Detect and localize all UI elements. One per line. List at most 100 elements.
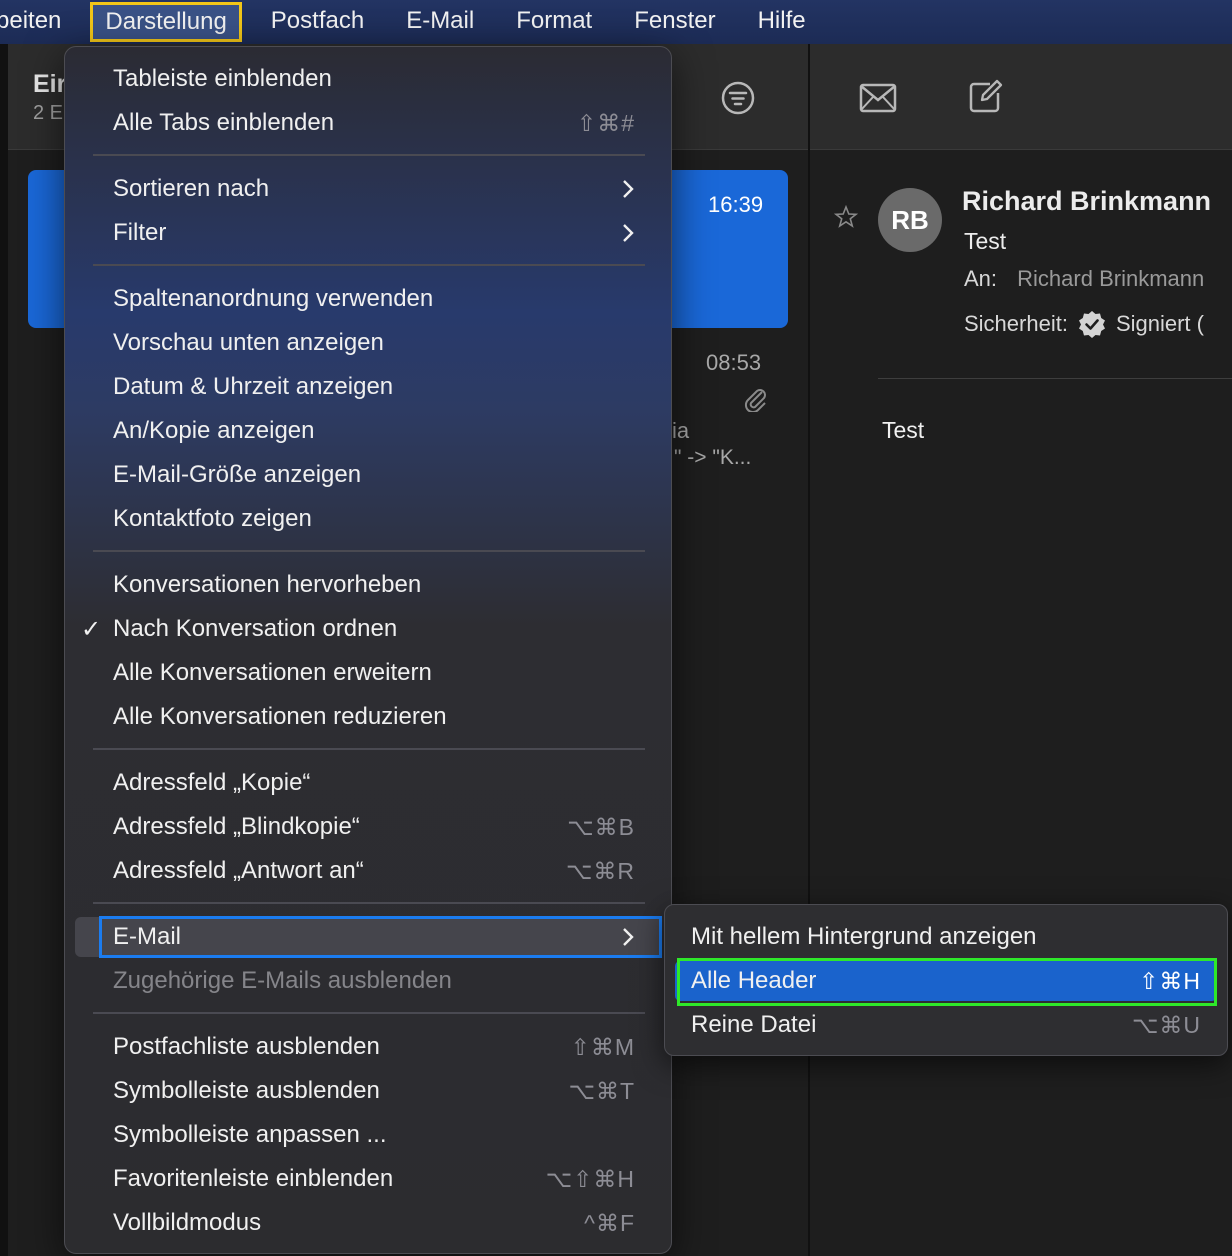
menu-fenster[interactable]: Fenster [613, 0, 736, 44]
highlight-box [99, 916, 662, 958]
menu-item-label: Adressfeld „Kopie“ [113, 769, 311, 796]
menu-item-label: Zugehörige E-Mails ausblenden [113, 967, 452, 994]
pane-divider[interactable] [808, 44, 810, 1256]
security-status[interactable]: Signiert ( [1116, 311, 1204, 337]
menu-item-label: Adressfeld „Blindkopie“ [113, 813, 360, 840]
message-time: 16:39 [708, 192, 764, 217]
recipient-name[interactable]: Richard Brinkmann [1017, 266, 1204, 291]
security-label: Sicherheit: [964, 311, 1068, 336]
menu-item-shortcut: ⌥⌘T [568, 1077, 635, 1104]
menu-separator [93, 902, 645, 904]
window-edge [0, 44, 8, 1256]
chevron-right-icon [623, 180, 634, 198]
menu-item-label: E-Mail-Größe anzeigen [113, 461, 362, 488]
envelope-icon[interactable] [858, 78, 898, 118]
menu-format[interactable]: Format [495, 0, 613, 44]
to-label: An: [964, 266, 998, 291]
menu-item-postfachliste[interactable]: Postfachliste ausblenden ⇧⌘M [75, 1027, 661, 1067]
menu-item-shortcut: ⌥⌘B [567, 813, 635, 840]
menu-item-filter[interactable]: Filter [75, 213, 661, 253]
menu-item-favoritenleiste[interactable]: Favoritenleiste einblenden ⌥⇧⌘H [75, 1159, 661, 1199]
menu-item-spaltenanordnung[interactable]: Spaltenanordnung verwenden [75, 279, 661, 319]
star-icon[interactable] [834, 205, 858, 229]
menu-email[interactable]: E-Mail [385, 0, 495, 44]
submenu-item-heller-hintergrund[interactable]: Mit hellem Hintergrund anzeigen [675, 917, 1217, 957]
checkmark-icon: ✓ [81, 615, 102, 643]
menu-item-email-submenu[interactable]: E-Mail [75, 916, 662, 958]
menu-item-adressfeld-antwort[interactable]: Adressfeld „Antwort an“ ⌥⌘R [75, 851, 661, 891]
menu-item-konversationen-reduzieren[interactable]: Alle Konversationen reduzieren [75, 697, 661, 737]
menu-item-label: Kontaktfoto zeigen [113, 505, 312, 532]
compose-icon[interactable] [966, 76, 1006, 116]
message-preview-fragment: " -> "K... [674, 446, 752, 469]
recipient-row: An: Richard Brinkmann [964, 266, 1204, 292]
menu-item-symbolleiste-ausblenden[interactable]: Symbolleiste ausblenden ⌥⌘T [75, 1071, 661, 1111]
menu-item-an-kopie[interactable]: An/Kopie anzeigen [75, 411, 661, 451]
paperclip-icon [744, 389, 766, 412]
menu-item-label: Sortieren nach [113, 175, 270, 202]
mailbox-title: Eir [33, 70, 67, 98]
menu-item-shortcut: ^⌘F [584, 1209, 635, 1236]
menu-hilfe[interactable]: Hilfe [737, 0, 827, 44]
menu-item-label: Datum & Uhrzeit anzeigen [113, 373, 394, 400]
menu-item-alle-tabs[interactable]: Alle Tabs einblenden ⇧⌘# [75, 103, 661, 143]
message-subject: Test [964, 228, 1007, 254]
view-menu: Tableiste einblenden Alle Tabs einblende… [64, 46, 672, 1254]
message-preview-fragment: ia [672, 418, 690, 443]
menu-postfach[interactable]: Postfach [250, 0, 385, 44]
chevron-right-icon [623, 928, 634, 946]
menu-separator [93, 748, 645, 750]
submenu-item-alle-header[interactable]: Alle Header ⇧⌘H [675, 958, 1217, 1006]
menu-item-symbolleiste-anpassen[interactable]: Symbolleiste anpassen ... [75, 1115, 661, 1155]
menu-item-datum-uhrzeit[interactable]: Datum & Uhrzeit anzeigen [75, 367, 661, 407]
submenu-item-reine-datei[interactable]: Reine Datei ⌥⌘U [675, 1005, 1217, 1045]
security-row: Sicherheit: Signiert ( [964, 310, 1204, 338]
menu-item-label: Postfachliste ausblenden [113, 1033, 380, 1060]
menu-item-label: Favoritenleiste einblenden [113, 1165, 394, 1192]
mailbox-count: 2 E [33, 102, 64, 124]
verified-badge-icon [1078, 311, 1105, 338]
menu-item-label: Symbolleiste anpassen ... [113, 1121, 387, 1148]
menu-item-label: Spaltenanordnung verwenden [113, 285, 434, 312]
menu-separator [93, 550, 645, 552]
message-time: 08:53 [706, 350, 762, 375]
chevron-right-icon [623, 224, 634, 242]
menu-item-konversationen-erweitern[interactable]: Alle Konversationen erweitern [75, 653, 661, 693]
menu-item-adressfeld-blindkopie[interactable]: Adressfeld „Blindkopie“ ⌥⌘B [75, 807, 661, 847]
menu-item-label: An/Kopie anzeigen [113, 417, 315, 444]
menu-item-konversationen-hervorheben[interactable]: Konversationen hervorheben [75, 565, 661, 605]
menu-item-vollbildmodus[interactable]: Vollbildmodus ^⌘F [75, 1203, 661, 1243]
menu-item-label: Alle Konversationen reduzieren [113, 703, 447, 730]
menu-item-shortcut: ⌥⌘R [565, 857, 635, 884]
menu-item-label: Vollbildmodus [113, 1209, 262, 1236]
menu-item-shortcut: ⌥⇧⌘H [545, 1165, 635, 1192]
menu-darstellung[interactable]: Darstellung [90, 2, 242, 42]
menu-item-label: Alle Konversationen erweitern [113, 659, 432, 686]
sender-name[interactable]: Richard Brinkmann [962, 186, 1211, 217]
menu-item-label: Alle Header [691, 967, 817, 994]
menu-item-nach-konversation-ordnen[interactable]: ✓ Nach Konversation ordnen [75, 609, 661, 649]
menu-item-label: Vorschau unten anzeigen [113, 329, 384, 356]
menu-item-tableiste[interactable]: Tableiste einblenden [75, 59, 661, 99]
menu-item-zugehoerige-emails: Zugehörige E-Mails ausblenden [75, 961, 661, 1001]
menu-item-label: Adressfeld „Antwort an“ [113, 857, 364, 884]
menu-item-label: Konversationen hervorheben [113, 571, 422, 598]
menu-item-adressfeld-kopie[interactable]: Adressfeld „Kopie“ [75, 763, 661, 803]
menu-item-sortieren[interactable]: Sortieren nach [75, 169, 661, 209]
menu-item-shortcut: ⇧⌘H [1139, 968, 1201, 994]
avatar: RB [878, 188, 942, 252]
menu-item-vorschau-unten[interactable]: Vorschau unten anzeigen [75, 323, 661, 363]
header-divider [878, 378, 1232, 379]
menu-item-label: Reine Datei [691, 1011, 817, 1038]
filter-icon[interactable] [718, 78, 758, 118]
menu-item-label: Alle Tabs einblenden [113, 109, 335, 136]
menu-bar: beiten Darstellung Postfach E-Mail Forma… [0, 0, 1232, 44]
menu-item-label: Tableiste einblenden [113, 65, 332, 92]
menu-item-email-groesse[interactable]: E-Mail-Größe anzeigen [75, 455, 661, 495]
menu-item-shortcut: ⇧⌘# [576, 109, 635, 136]
menu-item-kontaktfoto[interactable]: Kontaktfoto zeigen [75, 499, 661, 539]
menu-item-label: Symbolleiste ausblenden [113, 1077, 380, 1104]
menu-item-shortcut: ⌥⌘U [1131, 1012, 1201, 1038]
menu-item-label: Mit hellem Hintergrund anzeigen [691, 923, 1037, 950]
menu-bearbeiten[interactable]: beiten [0, 0, 82, 44]
